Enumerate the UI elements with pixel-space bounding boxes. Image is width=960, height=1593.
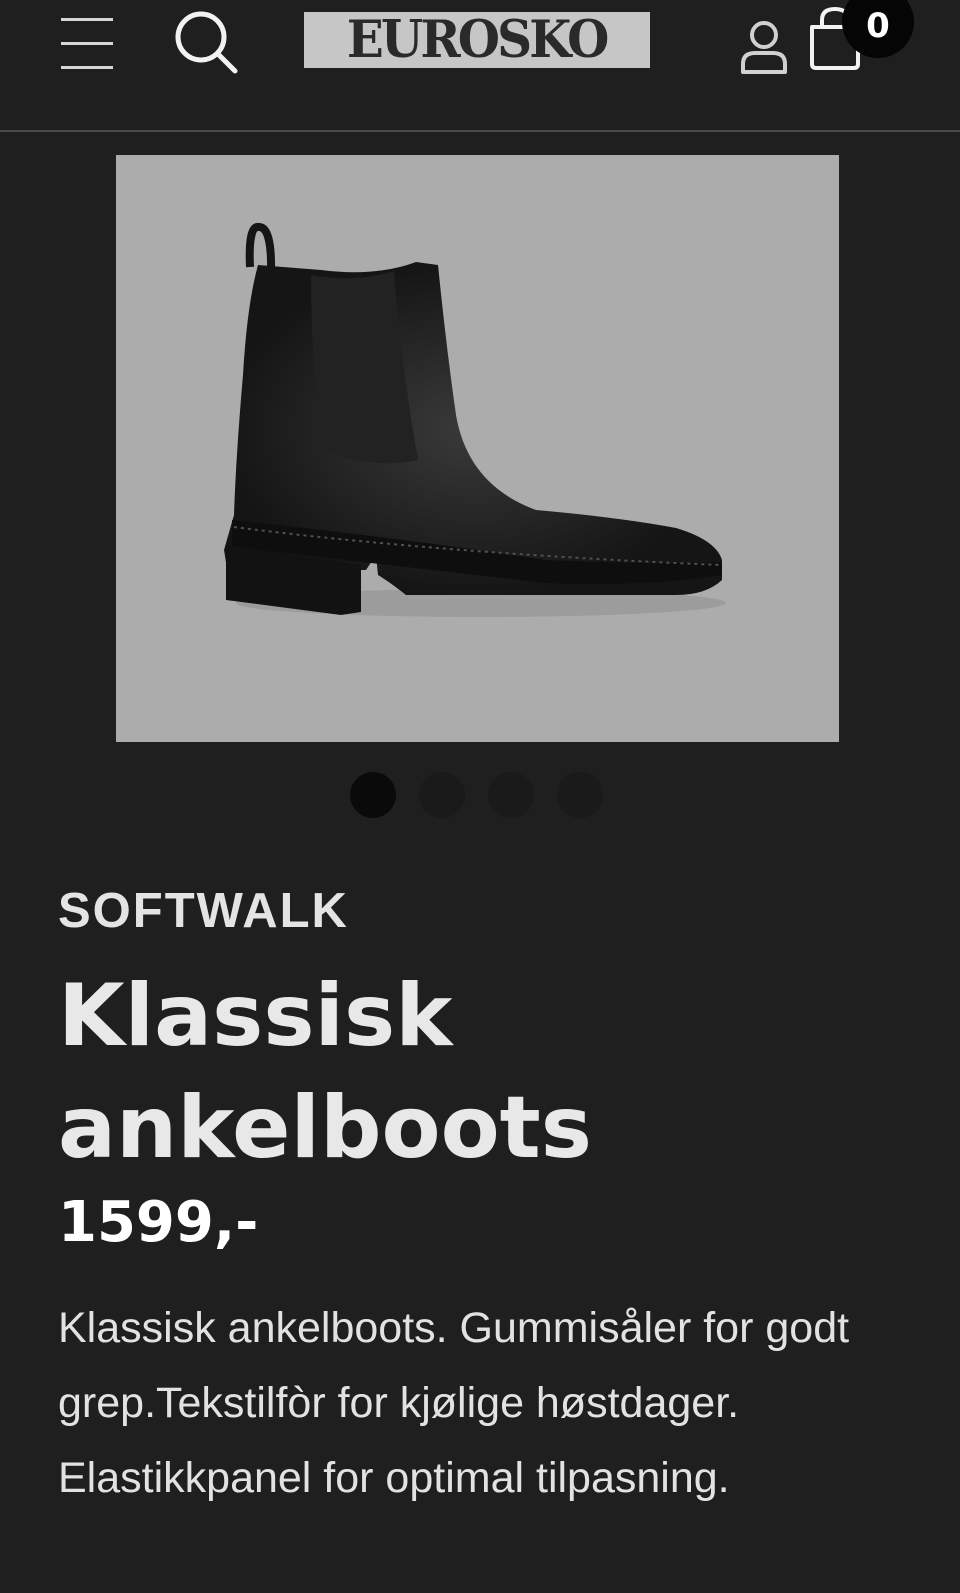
user-icon <box>741 21 787 74</box>
search-icon <box>175 11 238 74</box>
site-header: EUROSKO 0 <box>0 0 960 132</box>
hamburger-menu-icon <box>61 18 113 69</box>
image-carousel-dots <box>350 772 603 818</box>
carousel-dot-4[interactable] <box>557 772 603 818</box>
product-image[interactable] <box>116 155 839 742</box>
carousel-dot-3[interactable] <box>488 772 534 818</box>
menu-button[interactable] <box>55 10 119 70</box>
carousel-dot-1[interactable] <box>350 772 396 818</box>
search-button[interactable] <box>170 4 242 76</box>
logo-text: EUROSKO <box>347 12 610 68</box>
product-title: Klassisk ankelboots <box>58 966 592 1178</box>
product-price: 1599,- <box>58 1190 259 1255</box>
product-description: Klassisk ankelboots. Gummisåler for godt… <box>58 1304 850 1502</box>
boot-image <box>224 223 726 617</box>
site-logo[interactable]: EUROSKO <box>304 12 650 68</box>
product-brand[interactable]: SOFTWALK <box>58 882 349 940</box>
account-button[interactable] <box>734 14 794 74</box>
carousel-dot-2[interactable] <box>419 772 465 818</box>
